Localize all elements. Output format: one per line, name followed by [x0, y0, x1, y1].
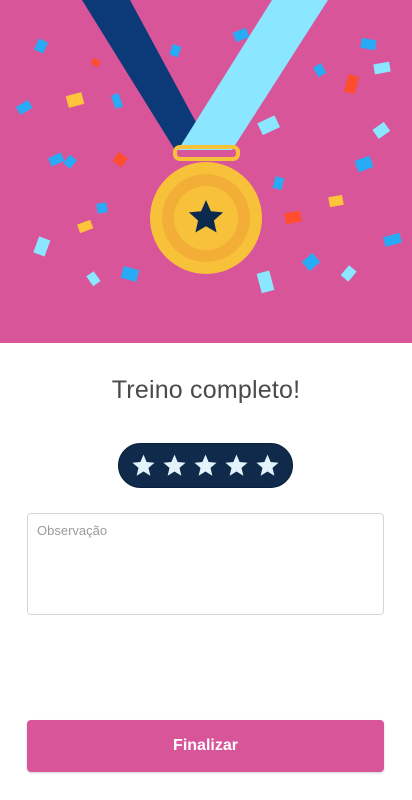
star-icon[interactable]	[255, 453, 280, 478]
medal-illustration	[15, 0, 402, 294]
star-icon[interactable]	[131, 453, 156, 478]
hero-illustration	[0, 0, 412, 343]
star-medal-icon	[150, 162, 262, 274]
ribbon-dark	[82, 0, 211, 150]
ribbon-light	[178, 0, 328, 150]
workout-complete-screen: Treino completo! Finalizar	[0, 0, 412, 800]
star-icon[interactable]	[193, 453, 218, 478]
finish-button[interactable]: Finalizar	[27, 720, 384, 772]
page-title: Treino completo!	[111, 376, 301, 404]
star-rating[interactable]	[118, 443, 293, 488]
observation-field[interactable]	[27, 513, 384, 615]
star-icon[interactable]	[162, 453, 187, 478]
star-icon[interactable]	[224, 453, 249, 478]
